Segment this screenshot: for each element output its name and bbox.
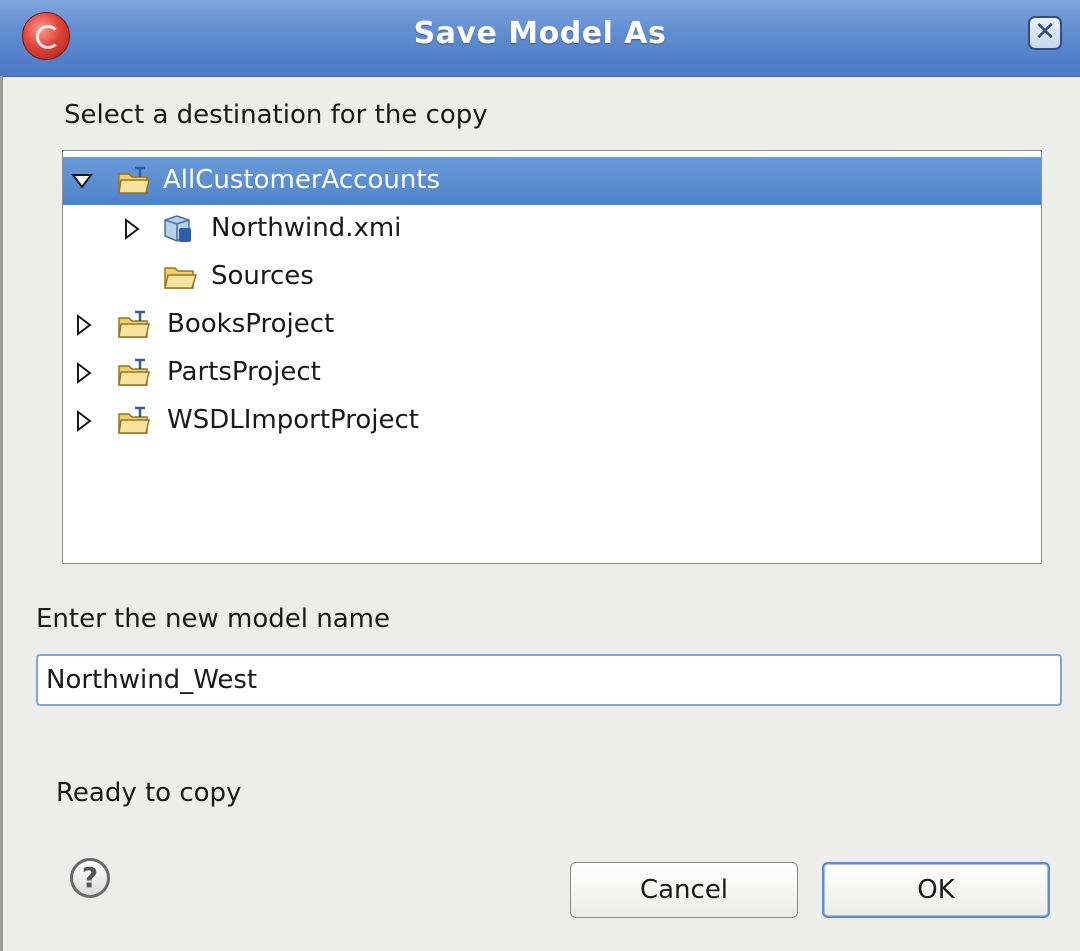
tree-item-label: AllCustomerAccounts xyxy=(163,165,441,195)
tree-item-booksproject[interactable]: BooksProject xyxy=(63,301,1041,349)
tree-item-label: PartsProject xyxy=(167,357,321,387)
project-folder-icon xyxy=(118,406,150,434)
folder-icon xyxy=(164,267,197,289)
cancel-button[interactable]: Cancel xyxy=(570,862,798,918)
model-icon xyxy=(164,215,191,242)
tree-item-sources[interactable]: Sources xyxy=(63,253,1041,301)
model-name-label: Enter the new model name xyxy=(36,604,390,634)
window-frame-left xyxy=(0,76,3,951)
tree-item-label: Sources xyxy=(211,261,314,291)
collapsed-arrow-icon[interactable] xyxy=(73,301,95,349)
close-icon[interactable]: ✕ xyxy=(1028,16,1062,50)
save-model-as-dialog: Save Model As ✕ Select a destination for… xyxy=(0,0,1080,951)
tree-item-northwind-xmi[interactable]: Northwind.xmi xyxy=(63,205,1041,253)
project-folder-icon xyxy=(118,166,150,194)
collapsed-arrow-icon[interactable] xyxy=(73,397,95,445)
tree-item-wsdlimportproject[interactable]: WSDLImportProject xyxy=(63,397,1041,445)
tree-item-partsproject[interactable]: PartsProject xyxy=(63,349,1041,397)
collapsed-arrow-icon[interactable] xyxy=(121,205,143,253)
expanded-arrow-icon[interactable] xyxy=(71,157,93,205)
collapsed-arrow-icon[interactable] xyxy=(73,349,95,397)
tree-item-label: WSDLImportProject xyxy=(167,405,419,435)
destination-tree[interactable]: AllCustomerAccounts Northwind.xmi Source… xyxy=(62,150,1042,564)
dialog-title: Save Model As xyxy=(413,16,667,51)
model-name-input[interactable] xyxy=(36,654,1062,706)
status-message: Ready to copy xyxy=(56,778,242,808)
tree-item-allcustomeraccounts[interactable]: AllCustomerAccounts xyxy=(63,157,1041,205)
ok-button[interactable]: OK xyxy=(822,862,1050,918)
project-folder-icon xyxy=(118,358,150,386)
destination-label: Select a destination for the copy xyxy=(64,100,488,130)
title-bar[interactable]: Save Model As ✕ xyxy=(0,0,1080,77)
help-icon[interactable]: ? xyxy=(70,858,110,898)
tree-item-label: Northwind.xmi xyxy=(211,213,402,243)
project-folder-icon xyxy=(118,310,150,338)
tree-item-label: BooksProject xyxy=(167,309,335,339)
